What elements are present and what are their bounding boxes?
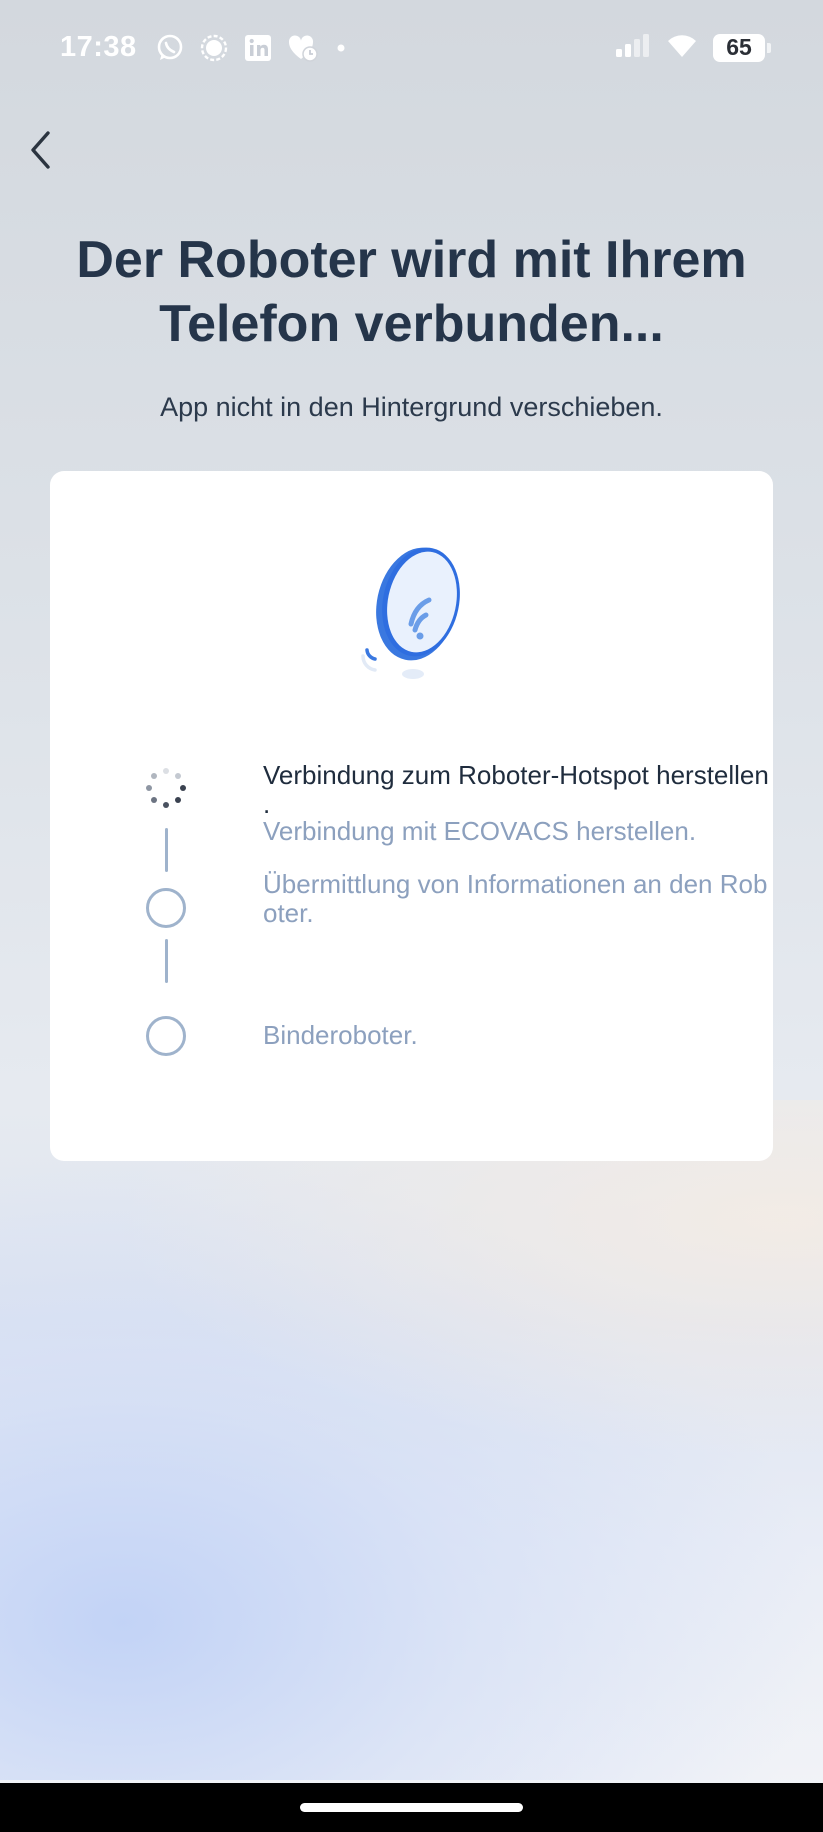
- back-button[interactable]: [14, 120, 68, 180]
- step-connector-line: [165, 939, 168, 983]
- page-title: Der Roboter wird mit Ihrem Telefon verbu…: [40, 228, 783, 356]
- system-status: 65: [615, 32, 771, 63]
- step-1-label-line-2: .: [263, 789, 271, 819]
- wifi-icon: [665, 32, 699, 63]
- chevron-left-icon: [31, 131, 50, 169]
- home-indicator[interactable]: [300, 1803, 523, 1812]
- system-navigation-bar: [0, 1783, 823, 1832]
- step-3-label-line-1: Übermittlung von Informationen an den Ro…: [263, 869, 768, 899]
- connection-progress-card: Verbindung zum Roboter-Hotspot herstelle…: [50, 471, 773, 1161]
- pending-circle-icon: [145, 887, 187, 929]
- page-subtitle: App nicht in den Hintergrund verschieben…: [160, 392, 663, 422]
- pending-circle-icon: [145, 1015, 187, 1057]
- step-1-label-line-1: Verbindung zum Roboter-Hotspot herstelle…: [263, 760, 769, 790]
- health-app-icon: [287, 33, 319, 63]
- loading-spinner-icon: [145, 767, 187, 809]
- step-connector-line: [165, 828, 168, 872]
- page-title-line-1: Der Roboter wird mit Ihrem: [76, 231, 747, 289]
- status-bar: 17:38 65: [0, 0, 823, 95]
- step-2-label: Verbindung mit ECOVACS herstellen.: [263, 816, 697, 846]
- robot-wifi-icon: [345, 546, 475, 706]
- cellular-signal-icon: [615, 32, 651, 63]
- linkedin-icon: [243, 33, 273, 63]
- battery-icon: 65: [713, 33, 771, 62]
- more-dot-icon: [333, 33, 349, 63]
- page-title-line-2: Telefon verbunden...: [159, 295, 664, 353]
- step-4-label: Binderoboter.: [263, 1020, 418, 1050]
- whatsapp-icon: [155, 33, 185, 63]
- signal-icon: [199, 33, 229, 63]
- step-3-label-line-2: oter.: [263, 898, 314, 928]
- status-time: 17:38: [60, 31, 137, 63]
- notification-icons: [155, 33, 349, 63]
